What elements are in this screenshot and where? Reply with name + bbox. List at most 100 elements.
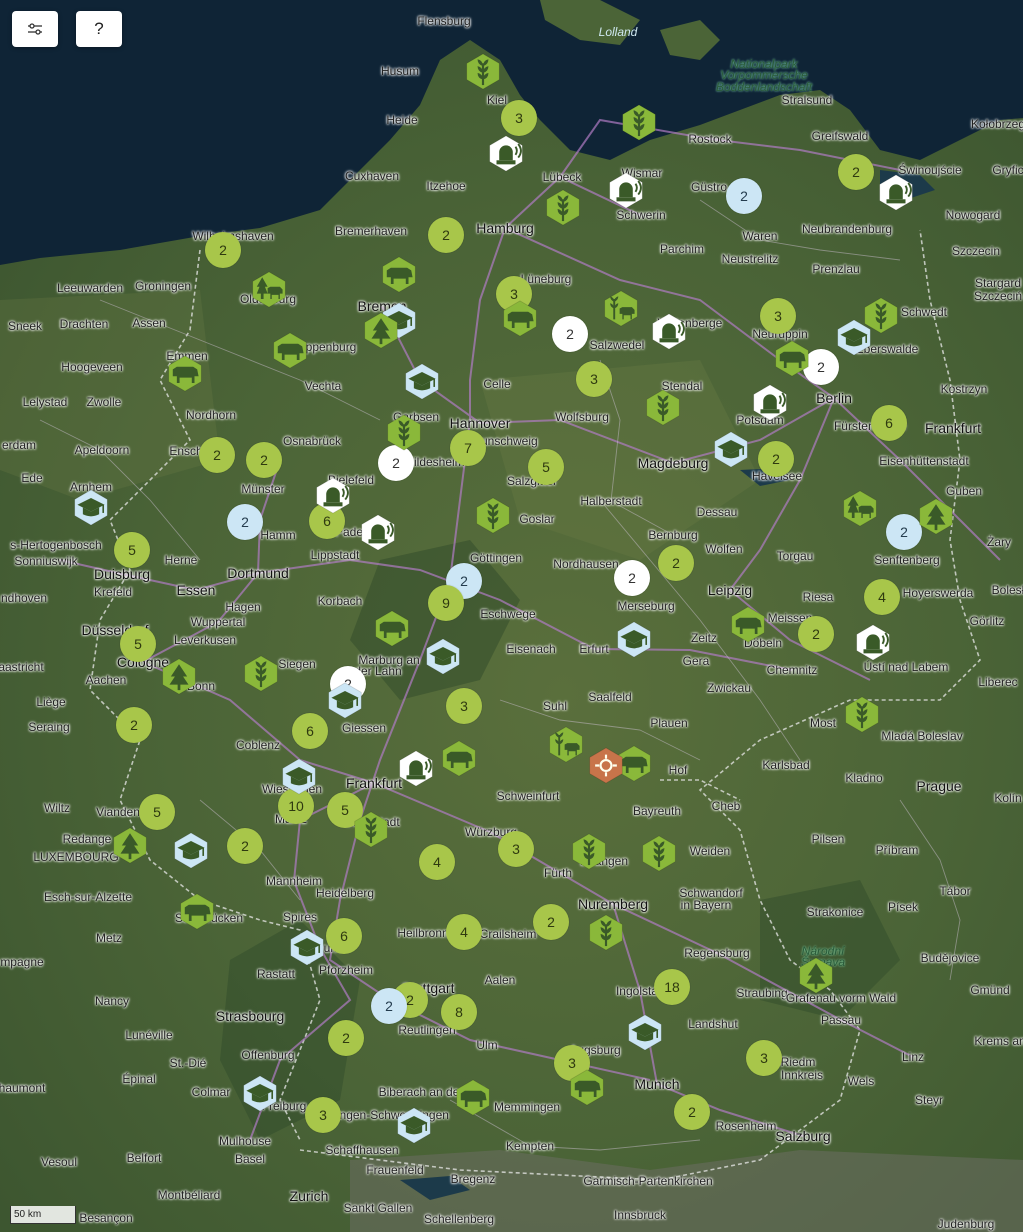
wheat-marker[interactable] <box>385 414 423 457</box>
cluster-marker[interactable]: 3 <box>501 100 537 136</box>
siren-marker[interactable] <box>487 135 525 178</box>
wheat-marker[interactable] <box>620 104 658 147</box>
cluster-marker[interactable]: 4 <box>446 914 482 950</box>
cluster-marker[interactable]: 6 <box>871 405 907 441</box>
tree-cow-marker[interactable] <box>250 271 288 314</box>
cluster-marker[interactable]: 6 <box>292 713 328 749</box>
cluster-marker[interactable]: 2 <box>674 1094 710 1130</box>
cow-marker[interactable] <box>271 332 309 375</box>
help-button[interactable]: ? <box>76 11 122 47</box>
siren-marker[interactable] <box>607 172 645 215</box>
cow-marker[interactable] <box>773 340 811 383</box>
cluster-marker[interactable]: 2 <box>798 616 834 652</box>
school-marker[interactable] <box>241 1075 279 1118</box>
tree-marker[interactable] <box>111 827 149 870</box>
cluster-marker[interactable]: 2 <box>838 154 874 190</box>
siren-marker[interactable] <box>650 313 688 356</box>
wheat-marker[interactable] <box>464 53 502 96</box>
cluster-marker[interactable]: 5 <box>139 794 175 830</box>
cluster-marker[interactable]: 5 <box>528 449 564 485</box>
cluster-marker[interactable]: 2 <box>758 441 794 477</box>
cluster-marker[interactable]: 2 <box>116 707 152 743</box>
school-marker[interactable] <box>172 832 210 875</box>
cow-marker[interactable] <box>178 893 216 936</box>
cluster-marker[interactable]: 9 <box>428 585 464 621</box>
cow-marker[interactable] <box>729 606 767 649</box>
siren-marker[interactable] <box>359 514 397 557</box>
cluster-marker[interactable]: 3 <box>746 1040 782 1076</box>
cluster-marker[interactable]: 3 <box>576 361 612 397</box>
cluster-marker[interactable]: 2 <box>227 504 263 540</box>
school-marker[interactable] <box>280 758 318 801</box>
wheat-marker[interactable] <box>474 497 512 540</box>
siren-marker[interactable] <box>854 624 892 667</box>
siren-marker[interactable] <box>314 477 352 520</box>
school-marker[interactable] <box>395 1107 433 1150</box>
cow-marker[interactable] <box>380 256 418 299</box>
orange-marker[interactable] <box>587 747 625 790</box>
school-marker[interactable] <box>72 489 110 532</box>
cluster-marker[interactable]: 7 <box>450 430 486 466</box>
cluster-marker[interactable]: 8 <box>441 994 477 1030</box>
wheat-marker[interactable] <box>352 811 390 854</box>
school-marker[interactable] <box>615 621 653 664</box>
cluster-marker[interactable]: 3 <box>446 688 482 724</box>
cluster-marker[interactable]: 2 <box>428 217 464 253</box>
cluster-marker[interactable]: 3 <box>760 298 796 334</box>
cluster-marker[interactable]: 2 <box>199 437 235 473</box>
cow-marker[interactable] <box>373 610 411 653</box>
siren-marker[interactable] <box>397 750 435 793</box>
cow-marker[interactable] <box>166 355 204 398</box>
cluster-marker[interactable]: 5 <box>114 532 150 568</box>
filter-button[interactable] <box>12 11 58 47</box>
cluster-marker[interactable]: 2 <box>533 904 569 940</box>
cluster-marker[interactable]: 2 <box>726 178 762 214</box>
siren-marker[interactable] <box>751 384 789 427</box>
cluster-marker[interactable]: 6 <box>326 918 362 954</box>
wheat-marker[interactable] <box>644 389 682 432</box>
cow-marker[interactable] <box>568 1069 606 1112</box>
wheat-cow-marker[interactable] <box>602 290 640 333</box>
cluster-marker[interactable]: 2 <box>246 442 282 478</box>
wheat-marker[interactable] <box>242 655 280 698</box>
cluster-marker[interactable]: 18 <box>654 969 690 1005</box>
cluster-marker[interactable]: 5 <box>120 626 156 662</box>
wheat-marker[interactable] <box>587 914 625 957</box>
cow-marker[interactable] <box>501 300 539 343</box>
tree-marker[interactable] <box>362 312 400 355</box>
cluster-marker[interactable]: 2 <box>371 988 407 1024</box>
siren-marker[interactable] <box>877 174 915 217</box>
school-marker[interactable] <box>835 319 873 362</box>
cluster-marker[interactable]: 3 <box>305 1097 341 1133</box>
wheat-marker[interactable] <box>570 833 608 876</box>
school-marker[interactable] <box>288 929 326 972</box>
cluster-marker[interactable]: 2 <box>205 232 241 268</box>
cluster-marker[interactable]: 4 <box>419 844 455 880</box>
cluster-marker[interactable]: 2 <box>552 316 588 352</box>
cluster-marker[interactable]: 3 <box>498 831 534 867</box>
school-marker[interactable] <box>626 1014 664 1057</box>
tree-marker[interactable] <box>797 957 835 1000</box>
school-marker[interactable] <box>403 363 441 406</box>
school-marker[interactable] <box>712 431 750 474</box>
tree-cow-marker[interactable] <box>841 490 879 533</box>
cow-marker[interactable] <box>440 740 478 783</box>
wheat-marker[interactable] <box>640 835 678 878</box>
school-marker[interactable] <box>424 638 462 681</box>
tree-marker[interactable] <box>160 658 198 701</box>
wheat-marker[interactable] <box>544 189 582 232</box>
place-label: Korbach <box>317 594 363 608</box>
wheat-cow-marker[interactable] <box>547 726 585 769</box>
cluster-marker[interactable]: 2 <box>614 560 650 596</box>
cluster-marker[interactable]: 2 <box>658 545 694 581</box>
tree-marker[interactable] <box>917 498 955 541</box>
cluster-marker[interactable]: 2 <box>227 828 263 864</box>
cow-marker[interactable] <box>454 1079 492 1122</box>
map-view[interactable]: Flensburg Lolland Nationalpark Vorpommersch… <box>0 0 1023 1232</box>
school-marker[interactable] <box>326 682 364 725</box>
wheat-marker[interactable] <box>843 696 881 739</box>
place-label: Schellenberg <box>423 1212 495 1226</box>
cluster-marker[interactable]: 2 <box>328 1020 364 1056</box>
cluster-marker[interactable]: 4 <box>864 579 900 615</box>
place-label: Mannheim <box>265 874 323 888</box>
